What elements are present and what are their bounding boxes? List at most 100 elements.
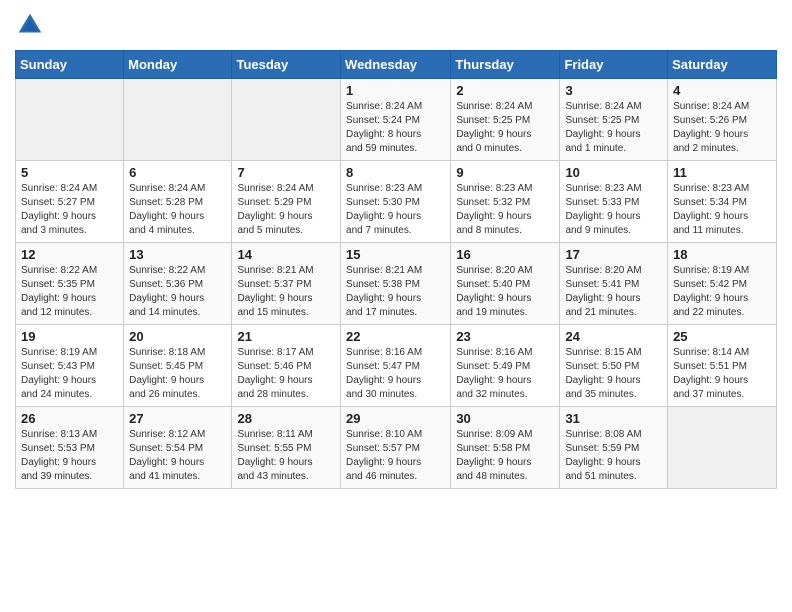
day-number: 16 <box>456 247 554 262</box>
day-number: 12 <box>21 247 118 262</box>
day-number: 28 <box>237 411 335 426</box>
day-info: Sunrise: 8:24 AMSunset: 5:24 PMDaylight:… <box>346 100 445 156</box>
day-info: Sunrise: 8:20 AMSunset: 5:41 PMDaylight:… <box>565 264 662 320</box>
calendar-header-sunday: Sunday <box>16 51 124 79</box>
day-number: 31 <box>565 411 662 426</box>
day-number: 23 <box>456 329 554 344</box>
calendar-cell: 10 Sunrise: 8:23 AMSunset: 5:33 PMDayligh… <box>560 161 668 243</box>
calendar-cell: 14 Sunrise: 8:21 AMSunset: 5:37 PMDayligh… <box>232 243 341 325</box>
calendar-cell: 28 Sunrise: 8:11 AMSunset: 5:55 PMDayligh… <box>232 407 341 489</box>
day-info: Sunrise: 8:21 AMSunset: 5:37 PMDaylight:… <box>237 264 335 320</box>
day-number: 2 <box>456 83 554 98</box>
day-info: Sunrise: 8:24 AMSunset: 5:26 PMDaylight:… <box>673 100 771 156</box>
day-info: Sunrise: 8:24 AMSunset: 5:25 PMDaylight:… <box>456 100 554 156</box>
calendar-cell: 9 Sunrise: 8:23 AMSunset: 5:32 PMDaylight… <box>451 161 560 243</box>
calendar-cell: 16 Sunrise: 8:20 AMSunset: 5:40 PMDayligh… <box>451 243 560 325</box>
day-info: Sunrise: 8:23 AMSunset: 5:32 PMDaylight:… <box>456 182 554 238</box>
day-number: 13 <box>129 247 226 262</box>
day-info: Sunrise: 8:08 AMSunset: 5:59 PMDaylight:… <box>565 428 662 484</box>
logo-icon <box>15 10 45 40</box>
day-number: 22 <box>346 329 445 344</box>
day-number: 27 <box>129 411 226 426</box>
calendar-cell: 31 Sunrise: 8:08 AMSunset: 5:59 PMDayligh… <box>560 407 668 489</box>
calendar-header-saturday: Saturday <box>668 51 777 79</box>
calendar-week-row: 19 Sunrise: 8:19 AMSunset: 5:43 PMDayligh… <box>16 325 777 407</box>
day-info: Sunrise: 8:24 AMSunset: 5:28 PMDaylight:… <box>129 182 226 238</box>
calendar-header-wednesday: Wednesday <box>341 51 451 79</box>
calendar-cell: 30Sunrise: 8:09 AMSunset: 5:58 PMDayligh… <box>451 407 560 489</box>
day-info: Sunrise: 8:09 AMSunset: 5:58 PMDaylight:… <box>456 428 554 484</box>
day-info: Sunrise: 8:18 AMSunset: 5:45 PMDaylight:… <box>129 346 226 402</box>
day-info: Sunrise: 8:12 AMSunset: 5:54 PMDaylight:… <box>129 428 226 484</box>
day-number: 18 <box>673 247 771 262</box>
day-number: 15 <box>346 247 445 262</box>
day-info: Sunrise: 8:17 AMSunset: 5:46 PMDaylight:… <box>237 346 335 402</box>
calendar-cell: 18 Sunrise: 8:19 AMSunset: 5:42 PMDayligh… <box>668 243 777 325</box>
calendar-header-friday: Friday <box>560 51 668 79</box>
calendar-cell: 21 Sunrise: 8:17 AMSunset: 5:46 PMDayligh… <box>232 325 341 407</box>
day-info: Sunrise: 8:24 AMSunset: 5:29 PMDaylight:… <box>237 182 335 238</box>
day-info: Sunrise: 8:16 AMSunset: 5:49 PMDaylight:… <box>456 346 554 402</box>
calendar-cell <box>16 79 124 161</box>
day-info: Sunrise: 8:10 AMSunset: 5:57 PMDaylight:… <box>346 428 445 484</box>
day-info: Sunrise: 8:23 AMSunset: 5:30 PMDaylight:… <box>346 182 445 238</box>
calendar-cell: 23 Sunrise: 8:16 AMSunset: 5:49 PMDayligh… <box>451 325 560 407</box>
calendar-cell: 6 Sunrise: 8:24 AMSunset: 5:28 PMDaylight… <box>124 161 232 243</box>
day-number: 19 <box>21 329 118 344</box>
calendar-cell: 8Sunrise: 8:23 AMSunset: 5:30 PMDaylight… <box>341 161 451 243</box>
calendar-cell: 7 Sunrise: 8:24 AMSunset: 5:29 PMDaylight… <box>232 161 341 243</box>
calendar-cell <box>668 407 777 489</box>
day-number: 11 <box>673 165 771 180</box>
day-info: Sunrise: 8:24 AMSunset: 5:25 PMDaylight:… <box>565 100 662 156</box>
day-number: 1 <box>346 83 445 98</box>
day-number: 20 <box>129 329 226 344</box>
day-info: Sunrise: 8:23 AMSunset: 5:34 PMDaylight:… <box>673 182 771 238</box>
calendar-cell: 2 Sunrise: 8:24 AMSunset: 5:25 PMDaylight… <box>451 79 560 161</box>
day-number: 21 <box>237 329 335 344</box>
calendar-cell: 12 Sunrise: 8:22 AMSunset: 5:35 PMDayligh… <box>16 243 124 325</box>
calendar-table: SundayMondayTuesdayWednesdayThursdayFrid… <box>15 50 777 489</box>
day-info: Sunrise: 8:22 AMSunset: 5:35 PMDaylight:… <box>21 264 118 320</box>
day-number: 9 <box>456 165 554 180</box>
day-info: Sunrise: 8:21 AMSunset: 5:38 PMDaylight:… <box>346 264 445 320</box>
calendar-week-row: 26Sunrise: 8:13 AMSunset: 5:53 PMDayligh… <box>16 407 777 489</box>
day-info: Sunrise: 8:14 AMSunset: 5:51 PMDaylight:… <box>673 346 771 402</box>
day-number: 26 <box>21 411 118 426</box>
day-number: 25 <box>673 329 771 344</box>
calendar-cell <box>124 79 232 161</box>
day-number: 7 <box>237 165 335 180</box>
calendar-cell: 13Sunrise: 8:22 AMSunset: 5:36 PMDayligh… <box>124 243 232 325</box>
calendar-cell: 3 Sunrise: 8:24 AMSunset: 5:25 PMDaylight… <box>560 79 668 161</box>
day-number: 6 <box>129 165 226 180</box>
calendar-cell: 22 Sunrise: 8:16 AMSunset: 5:47 PMDayligh… <box>341 325 451 407</box>
calendar-cell <box>232 79 341 161</box>
calendar-header-tuesday: Tuesday <box>232 51 341 79</box>
day-number: 14 <box>237 247 335 262</box>
calendar-cell: 20 Sunrise: 8:18 AMSunset: 5:45 PMDayligh… <box>124 325 232 407</box>
day-info: Sunrise: 8:19 AMSunset: 5:43 PMDaylight:… <box>21 346 118 402</box>
day-number: 4 <box>673 83 771 98</box>
day-info: Sunrise: 8:16 AMSunset: 5:47 PMDaylight:… <box>346 346 445 402</box>
calendar-cell: 29 Sunrise: 8:10 AMSunset: 5:57 PMDayligh… <box>341 407 451 489</box>
calendar-cell: 11 Sunrise: 8:23 AMSunset: 5:34 PMDayligh… <box>668 161 777 243</box>
calendar-header-thursday: Thursday <box>451 51 560 79</box>
day-info: Sunrise: 8:15 AMSunset: 5:50 PMDaylight:… <box>565 346 662 402</box>
day-number: 3 <box>565 83 662 98</box>
day-number: 29 <box>346 411 445 426</box>
calendar-week-row: 5Sunrise: 8:24 AMSunset: 5:27 PMDaylight… <box>16 161 777 243</box>
calendar-cell: 24Sunrise: 8:15 AMSunset: 5:50 PMDayligh… <box>560 325 668 407</box>
day-number: 17 <box>565 247 662 262</box>
day-info: Sunrise: 8:20 AMSunset: 5:40 PMDaylight:… <box>456 264 554 320</box>
page-header <box>15 10 777 40</box>
calendar-week-row: 1 Sunrise: 8:24 AMSunset: 5:24 PMDaylight… <box>16 79 777 161</box>
day-info: Sunrise: 8:24 AMSunset: 5:27 PMDaylight:… <box>21 182 118 238</box>
day-info: Sunrise: 8:19 AMSunset: 5:42 PMDaylight:… <box>673 264 771 320</box>
day-number: 10 <box>565 165 662 180</box>
calendar-cell: 1 Sunrise: 8:24 AMSunset: 5:24 PMDaylight… <box>341 79 451 161</box>
day-info: Sunrise: 8:11 AMSunset: 5:55 PMDaylight:… <box>237 428 335 484</box>
calendar-cell: 4 Sunrise: 8:24 AMSunset: 5:26 PMDaylight… <box>668 79 777 161</box>
calendar-cell: 15 Sunrise: 8:21 AMSunset: 5:38 PMDayligh… <box>341 243 451 325</box>
calendar-cell: 25 Sunrise: 8:14 AMSunset: 5:51 PMDayligh… <box>668 325 777 407</box>
day-info: Sunrise: 8:23 AMSunset: 5:33 PMDaylight:… <box>565 182 662 238</box>
calendar-cell: 27 Sunrise: 8:12 AMSunset: 5:54 PMDayligh… <box>124 407 232 489</box>
